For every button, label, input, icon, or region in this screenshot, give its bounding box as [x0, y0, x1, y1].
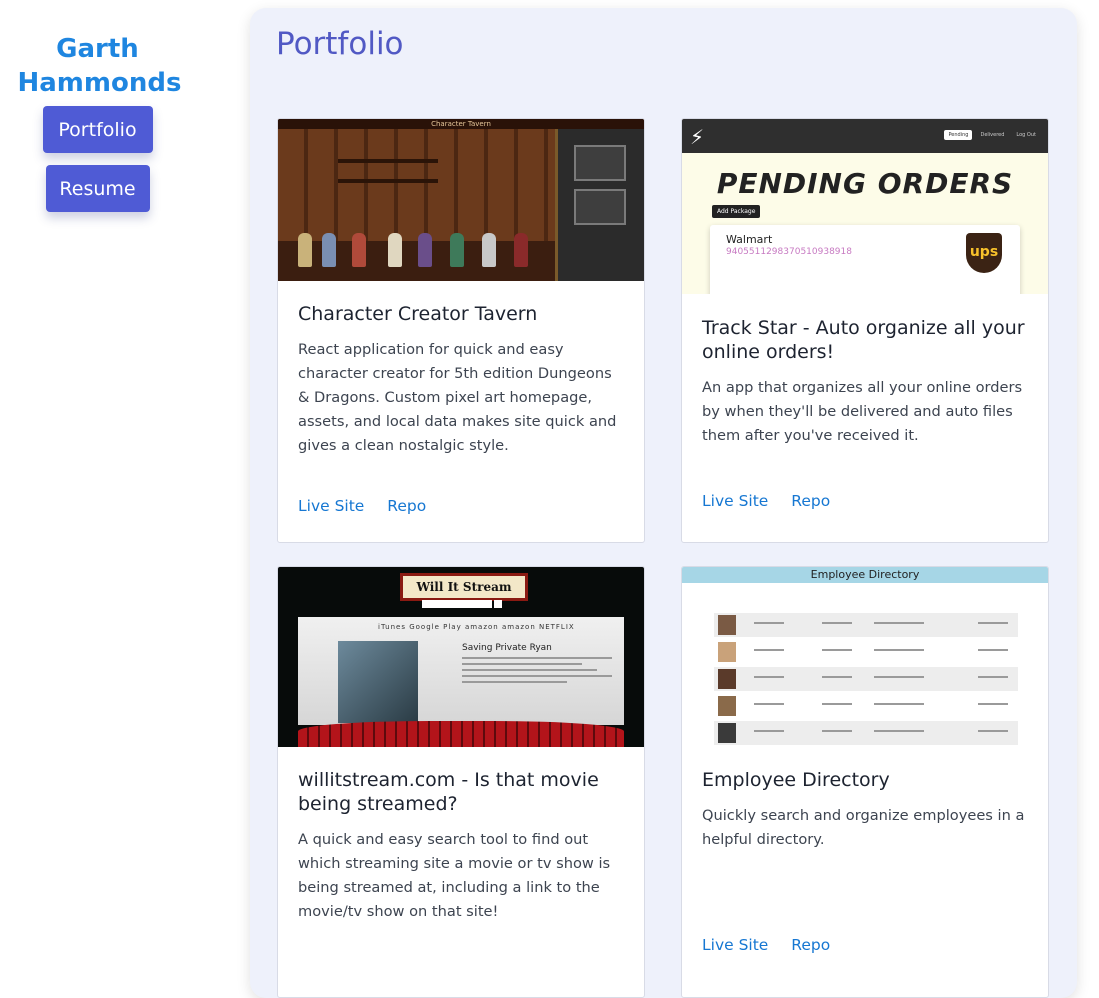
directory-heading: Employee Directory	[682, 567, 1048, 583]
delivered-tab: Delivered	[980, 132, 1005, 138]
pending-tab: Pending	[944, 130, 973, 140]
project-card-willitstream: Will It Stream iTunes Google Play amazon…	[277, 566, 645, 998]
ups-logo-icon: ups	[966, 233, 1002, 273]
repo-link[interactable]: Repo	[387, 497, 426, 515]
project-title: willitstream.com - Is that movie being s…	[298, 769, 599, 815]
project-title: Character Creator Tavern	[298, 303, 538, 325]
store-name: Walmart	[726, 233, 773, 246]
live-site-link[interactable]: Live Site	[702, 936, 768, 954]
project-title: Track Star - Auto organize all your onli…	[702, 317, 1025, 363]
repo-link[interactable]: Repo	[791, 492, 830, 510]
streaming-brands: iTunes Google Play amazon amazon NETFLIX	[378, 623, 575, 631]
project-description: A quick and easy search tool to find out…	[298, 831, 611, 920]
project-card-employee-directory: Employee Directory Employee Directory Qu…	[681, 566, 1049, 998]
logout-tab: Log Out	[1016, 132, 1036, 138]
project-screenshot-tavern: Character Tavern	[278, 119, 644, 281]
repo-link[interactable]: Repo	[791, 936, 830, 954]
search-icon	[494, 600, 502, 608]
page-title: Portfolio	[276, 26, 404, 62]
portfolio-nav-button[interactable]: Portfolio	[42, 106, 153, 153]
site-owner-name: Garth Hammonds	[17, 34, 182, 98]
project-description: An app that organizes all your online or…	[702, 379, 1023, 444]
live-site-link[interactable]: Live Site	[702, 492, 768, 510]
movie-poster	[338, 641, 418, 723]
project-screenshot-employee-directory: Employee Directory	[682, 567, 1048, 747]
project-title: Employee Directory	[702, 769, 890, 791]
runner-icon: ⚡	[690, 125, 705, 149]
sidebar: Garth Hammonds Portfolio Resume	[0, 0, 195, 212]
tavern-banner: Character Tavern	[278, 119, 644, 129]
project-description: React application for quick and easy cha…	[298, 341, 617, 454]
movie-title: Saving Private Ryan	[462, 643, 552, 653]
add-package-button: Add Package	[712, 205, 761, 218]
project-description: Quickly search and organize employees in…	[702, 807, 1025, 848]
live-site-link[interactable]: Live Site	[298, 497, 364, 515]
resume-nav-button[interactable]: Resume	[45, 165, 150, 212]
willitstream-logo: Will It Stream	[400, 573, 528, 601]
pending-orders-heading: PENDING ORDERS	[716, 167, 1014, 200]
project-screenshot-willitstream: Will It Stream iTunes Google Play amazon…	[278, 567, 644, 747]
project-card-trackstar: ⚡ Pending Delivered Log Out PENDING ORDE…	[681, 118, 1049, 543]
portfolio-panel: Portfolio Character Tavern Character Cre…	[250, 8, 1077, 998]
project-screenshot-trackstar: ⚡ Pending Delivered Log Out PENDING ORDE…	[682, 119, 1048, 294]
project-card-tavern: Character Tavern Character Creator Taver…	[277, 118, 645, 543]
tracking-number: 9405511298370510938918	[726, 247, 852, 257]
